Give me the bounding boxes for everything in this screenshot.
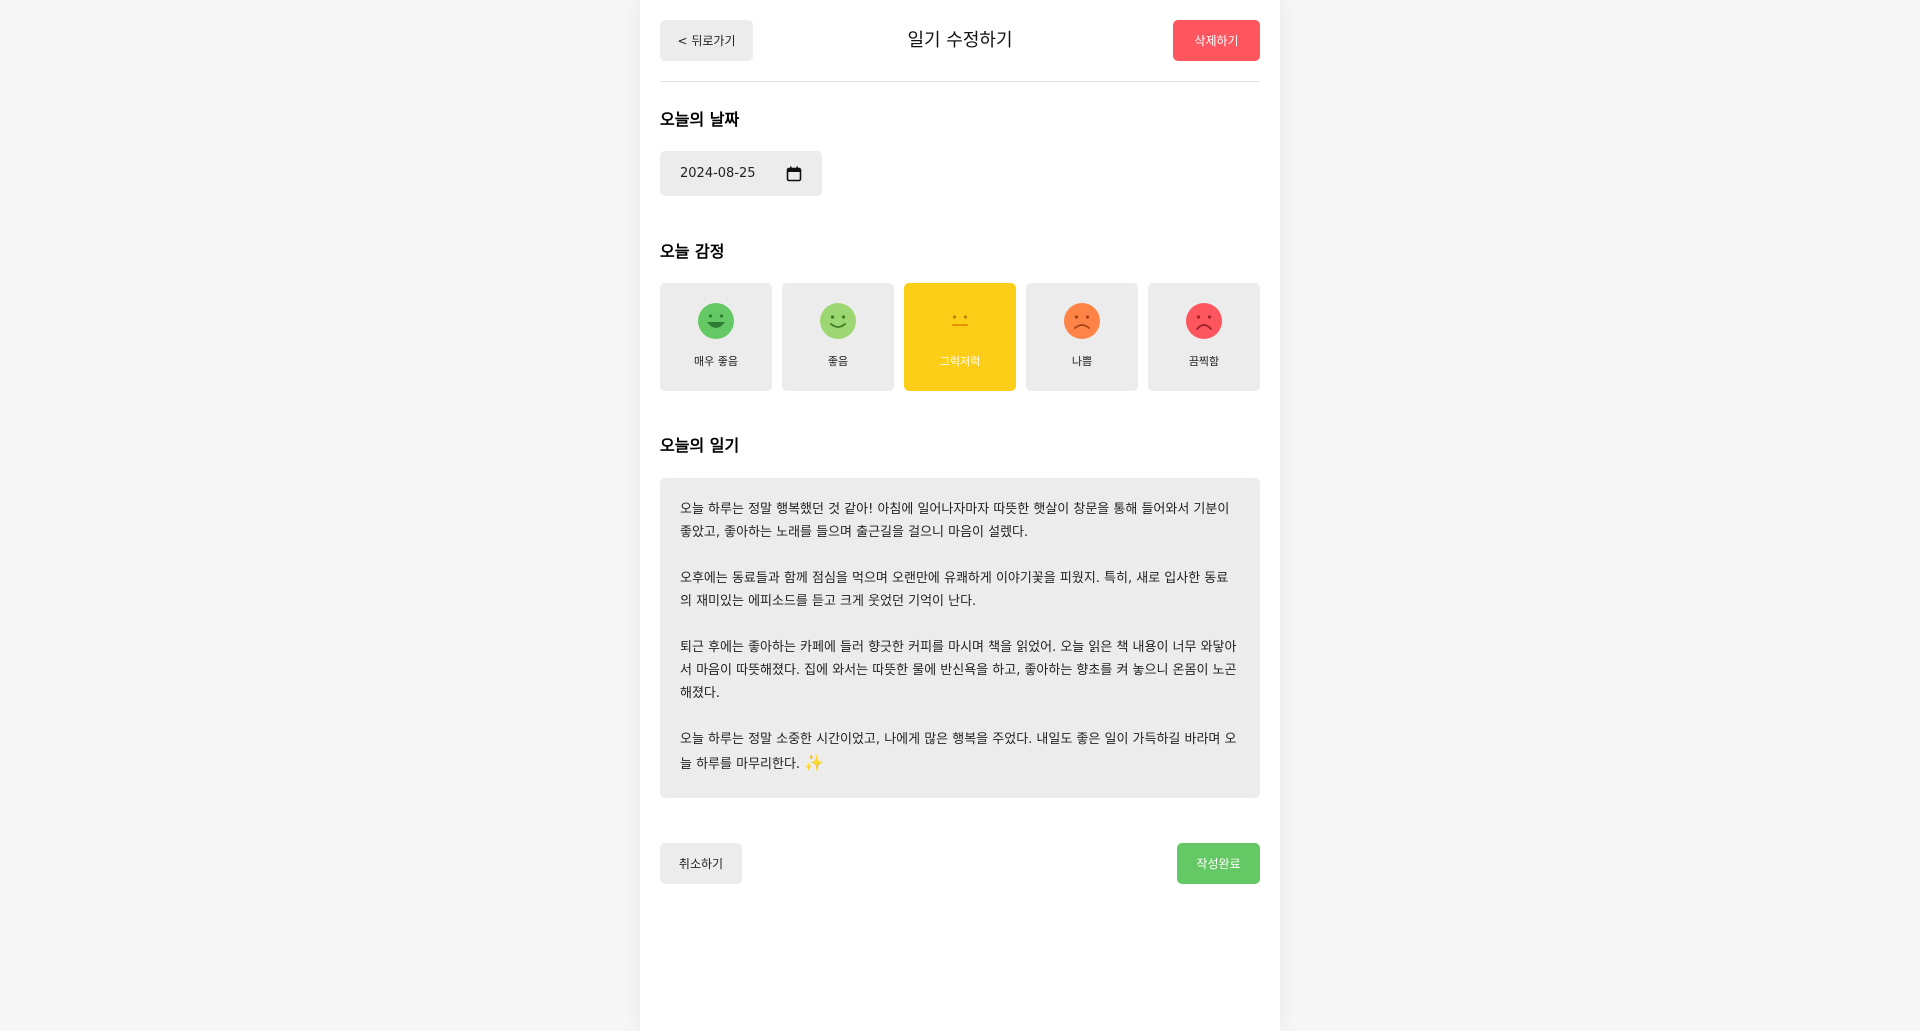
emotion-sad[interactable]: 나쁨 [1026, 283, 1138, 391]
date-input[interactable]: 2024-08-25 [660, 151, 822, 196]
cancel-button[interactable]: 취소하기 [660, 843, 742, 884]
emotion-neutral[interactable]: 그럭저럭 [904, 283, 1016, 391]
date-section-title: 오늘의 날짜 [660, 110, 740, 129]
diary-section-title: 오늘의 일기 [660, 436, 740, 455]
complete-button[interactable]: 작성완료 [1177, 843, 1260, 884]
diary-edit-page: < 뒤로가기 일기 수정하기 삭제하기 오늘의 날짜 2024-08-25 오늘… [640, 0, 1280, 1031]
emotion-label: 매우 좋음 [694, 355, 738, 368]
diary-paragraph-last: 오늘 하루는 정말 소중한 시간이었고, 나에게 많은 행복을 주었다. 내일도… [680, 728, 1240, 776]
neutral-face-icon [942, 303, 978, 339]
delete-button-label: 삭제하기 [1194, 34, 1239, 48]
emotion-label: 끔찍함 [1188, 355, 1220, 368]
very-sad-face-icon [1186, 303, 1222, 339]
diary-paragraph: 퇴근 후에는 좋아하는 카페에 들러 향긋한 커피를 마시며 책을 읽었어. 오… [680, 640, 1237, 701]
sparkle-icon: ✨ [804, 753, 825, 772]
emotion-very-happy[interactable]: 매우 좋음 [660, 283, 772, 391]
diary-textarea[interactable]: 오늘 하루는 정말 행복했던 것 같아! 아침에 일어나자마자 따뜻한 햇살이 … [660, 478, 1260, 798]
emotion-label: 나쁨 [1071, 355, 1093, 368]
sad-face-icon [1064, 303, 1100, 339]
page-title: 일기 수정하기 [907, 30, 1013, 51]
header-divider [660, 81, 1260, 82]
diary-paragraph: 오늘 하루는 정말 소중한 시간이었고, 나에게 많은 행복을 주었다. 내일도… [680, 732, 1237, 772]
diary-paragraph: 오늘 하루는 정말 행복했던 것 같아! 아침에 일어나자마자 따뜻한 햇살이 … [680, 502, 1234, 540]
emotion-very-sad[interactable]: 끔찍함 [1148, 283, 1260, 391]
emotion-happy[interactable]: 좋음 [782, 283, 894, 391]
diary-paragraph: 오후에는 동료들과 함께 점심을 먹으며 오랜만에 유쾌하게 이야기꽃을 피웠지… [680, 571, 1229, 609]
header: < 뒤로가기 일기 수정하기 삭제하기 [660, 20, 1260, 61]
emotion-label: 그럭저럭 [939, 355, 981, 368]
emotion-label: 좋음 [827, 355, 849, 368]
complete-button-label: 작성완료 [1196, 857, 1241, 871]
emotion-selector: 매우 좋음 좋음 그럭저럭 나쁨 끔찍함 [660, 283, 1260, 391]
happy-face-icon [820, 303, 856, 339]
emotion-section-title: 오늘 감정 [660, 242, 725, 261]
cancel-button-label: 취소하기 [678, 857, 724, 871]
very-happy-face-icon [698, 303, 734, 339]
calendar-icon[interactable] [786, 166, 802, 182]
date-value: 2024-08-25 [680, 166, 756, 181]
delete-button[interactable]: 삭제하기 [1173, 20, 1260, 61]
